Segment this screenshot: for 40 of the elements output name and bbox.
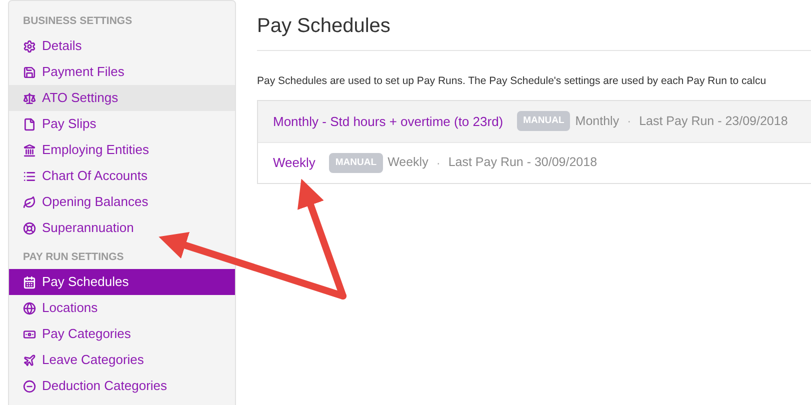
sidebar-item[interactable]: Pay Slips [9,111,235,137]
sidebar-item[interactable]: Chart Of Accounts [9,163,235,189]
bank-icon [23,144,36,156]
list-icon [23,170,36,182]
separator: · [436,154,440,172]
section-heading: PAY RUN SETTINGS [22,250,125,266]
sidebar-item[interactable]: Locations [9,295,235,321]
description: Pay Schedules are used to set up Pay Runs. The Pay Schedule's settings are used by each Pay Run to calcu [257,74,768,89]
leaf-icon [23,196,36,208]
banknote-icon [23,328,36,340]
schedule-link[interactable]: Weekly [273,153,316,172]
sidebar-item[interactable]: Pay Categories [9,321,235,347]
document-icon [23,118,36,130]
scales-icon [23,92,36,104]
sidebar-item[interactable]: Opening Balances [9,189,235,215]
calendar-icon [23,276,36,288]
last-pay-run: Last Pay Run - 23/09/2018 [639,112,788,130]
schedule-link[interactable]: Monthly - Std hours + overtime (to 23rd) [273,112,504,131]
sidebar-item[interactable]: Details [9,33,235,59]
sidebar-item[interactable]: Superannuation [9,215,235,241]
plane-icon [23,354,36,366]
separator: · [627,113,632,130]
manual-badge: MANUAL [329,152,383,173]
minus-circle-icon [23,380,36,392]
life-buoy-icon [23,222,36,234]
sidebar-item[interactable]: Deduction Categories [9,373,235,399]
globe-icon [23,302,36,314]
settings-icon [23,40,36,52]
sidebar-item[interactable]: Pay Schedules [9,269,235,295]
sidebar-item[interactable]: Leave Categories [9,347,235,373]
frequency: Monthly [575,112,620,130]
manual-badge: MANUAL [517,111,570,132]
schedule-row[interactable]: Monthly - Std hours + overtime (to 23rd) MANUAL Monthly · Last Pay Run - 23/09/2018 [258,100,811,142]
page-title: Pay Schedules [257,14,392,39]
sidebar-item[interactable]: ATO Settings [9,85,235,111]
sidebar-item[interactable]: Payment Files [9,59,235,85]
sidebar-item[interactable]: Employing Entities [9,137,235,163]
section-heading: BUSINESS SETTINGS [22,14,134,30]
last-pay-run: Last Pay Run - 30/09/2018 [448,154,598,172]
frequency: Weekly [388,154,428,172]
